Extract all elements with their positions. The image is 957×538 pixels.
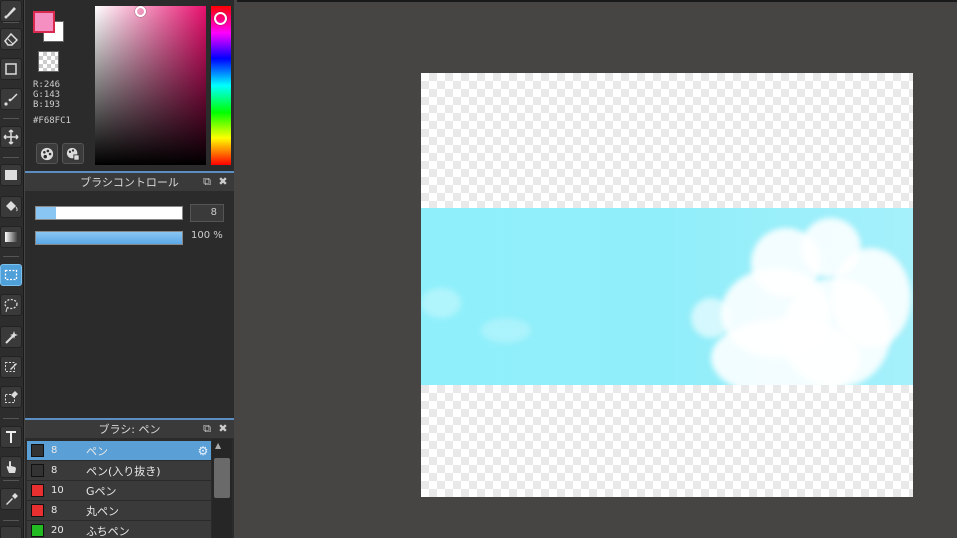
- gradient-tool[interactable]: [0, 226, 22, 248]
- brush-size-input[interactable]: 8: [190, 204, 224, 222]
- brush-size: 10: [51, 485, 64, 496]
- scroll-up-arrow-icon[interactable]: ▲: [215, 441, 221, 450]
- move-icon: [3, 129, 19, 145]
- brush-size-fill: [36, 207, 57, 219]
- gear-icon[interactable]: ⚙: [195, 444, 211, 458]
- hue-slider-cursor[interactable]: [214, 12, 227, 25]
- brush-opacity-value: 100 %: [191, 230, 223, 241]
- brush-list-item[interactable]: 20 ふちペン: [27, 521, 211, 538]
- magic-wand-tool[interactable]: [0, 326, 22, 348]
- brush-opacity-fill: [36, 232, 182, 244]
- wand-icon: [5, 331, 18, 344]
- sv-picker-cursor[interactable]: [135, 6, 146, 17]
- foreground-color-swatch[interactable]: [33, 11, 55, 33]
- saturation-value-picker[interactable]: [95, 6, 206, 165]
- select-eraser-tool[interactable]: [0, 386, 22, 408]
- eyedropper-icon: [6, 493, 18, 505]
- text-icon: [6, 431, 16, 443]
- select-pen-icon: [5, 362, 17, 372]
- brush-size: 8: [51, 465, 58, 476]
- shape-tool[interactable]: [0, 58, 22, 80]
- extra-tool[interactable]: [0, 526, 22, 538]
- palette-settings-button[interactable]: [62, 143, 84, 164]
- brush-list-item[interactable]: 8 ペン(入り抜き): [27, 461, 211, 481]
- lasso-tool[interactable]: [0, 294, 22, 316]
- select-pen-tool[interactable]: [0, 356, 22, 378]
- brush-size: 8: [51, 445, 58, 456]
- rect-fill-icon: [5, 170, 17, 180]
- brush-name: ペン: [86, 444, 108, 458]
- brush-name: 丸ペン: [86, 504, 119, 518]
- toolbar-separator: [3, 520, 19, 521]
- brush-opacity-slider[interactable]: [35, 231, 183, 245]
- eraser-icon: [4, 32, 19, 46]
- brush-size-slider[interactable]: [35, 206, 183, 220]
- brush-list-header: ブラシ: ペン ⧉ ✖: [25, 418, 234, 438]
- lasso-icon: [4, 298, 18, 313]
- square-icon: [5, 63, 17, 75]
- toolbar-separator: [3, 480, 19, 481]
- dotline-icon: [4, 93, 18, 106]
- bucket-tool[interactable]: [0, 196, 22, 218]
- brush-list-title: ブラシ: ペン: [98, 423, 161, 436]
- dot-line-tool[interactable]: [0, 88, 22, 110]
- transparent-color-swatch[interactable]: [38, 51, 59, 72]
- move-tool[interactable]: [0, 126, 22, 148]
- color-panel: R:246 G:143 B:193 #F68FC1: [25, 0, 234, 171]
- brush-size: 20: [51, 525, 64, 536]
- hex-value: #F68FC1: [33, 116, 71, 126]
- blue-value: B:193: [33, 100, 61, 110]
- palette-button[interactable]: [36, 143, 58, 164]
- brush-name: ペン(入り抜き): [86, 464, 161, 478]
- gradient-icon: [5, 232, 17, 242]
- app-window: R:246 G:143 B:193 #F68FC1 ブラシコントロール ⧉ ✖ …: [0, 0, 957, 538]
- tool-bar: [0, 0, 24, 538]
- fill-rect-tool[interactable]: [0, 164, 22, 186]
- hand-icon: [6, 461, 16, 473]
- red-value: R:246: [33, 80, 61, 90]
- hue-slider[interactable]: [211, 6, 231, 165]
- select-rect-tool[interactable]: [0, 264, 22, 286]
- brush-color-swatch: [31, 524, 44, 537]
- popout-icon[interactable]: ⧉: [201, 423, 213, 435]
- brush-list-item[interactable]: 10 Gペン: [27, 481, 211, 501]
- brush-control-panel: [25, 191, 234, 417]
- bucket-icon: [6, 201, 18, 212]
- brush-name: ふちペン: [86, 524, 130, 538]
- brush-color-swatch: [31, 444, 44, 457]
- toolbar-separator: [3, 418, 19, 419]
- select-eraser-icon: [5, 391, 18, 403]
- brush-name: Gペン: [86, 484, 117, 498]
- brush-color-swatch: [31, 504, 44, 517]
- popout-icon[interactable]: ⧉: [201, 176, 213, 188]
- brush-control-header: ブラシコントロール ⧉ ✖: [25, 171, 234, 191]
- toolbar-separator: [3, 157, 19, 158]
- select-rect-icon: [4, 269, 18, 281]
- brush-size: 8: [51, 505, 58, 516]
- brush-list-item[interactable]: 8 ペン ⚙: [27, 441, 211, 461]
- eyedropper-tool[interactable]: [0, 488, 22, 510]
- close-icon[interactable]: ✖: [217, 423, 229, 435]
- brush-tool[interactable]: [0, 0, 22, 22]
- toolbar-separator: [3, 256, 19, 257]
- palette-icon: [40, 147, 54, 160]
- brush-color-swatch: [31, 484, 44, 497]
- toolbar-separator: [3, 118, 19, 119]
- operation-tool[interactable]: [0, 456, 22, 478]
- toolbar-separator: [3, 22, 19, 23]
- sky-image-layer[interactable]: [421, 208, 913, 385]
- green-value: G:143: [33, 90, 61, 100]
- text-tool[interactable]: [0, 426, 22, 448]
- brush-list-item[interactable]: 8 丸ペン: [27, 501, 211, 521]
- left-panel: R:246 G:143 B:193 #F68FC1 ブラシコントロール ⧉ ✖ …: [25, 0, 234, 538]
- brush-color-swatch: [31, 464, 44, 477]
- brush-icon: [4, 7, 16, 19]
- eraser-tool[interactable]: [0, 28, 22, 50]
- scrollbar-thumb[interactable]: [214, 458, 230, 498]
- close-icon[interactable]: ✖: [217, 176, 229, 188]
- palette-settings-icon: [66, 147, 80, 161]
- brush-control-title: ブラシコントロール: [80, 176, 179, 189]
